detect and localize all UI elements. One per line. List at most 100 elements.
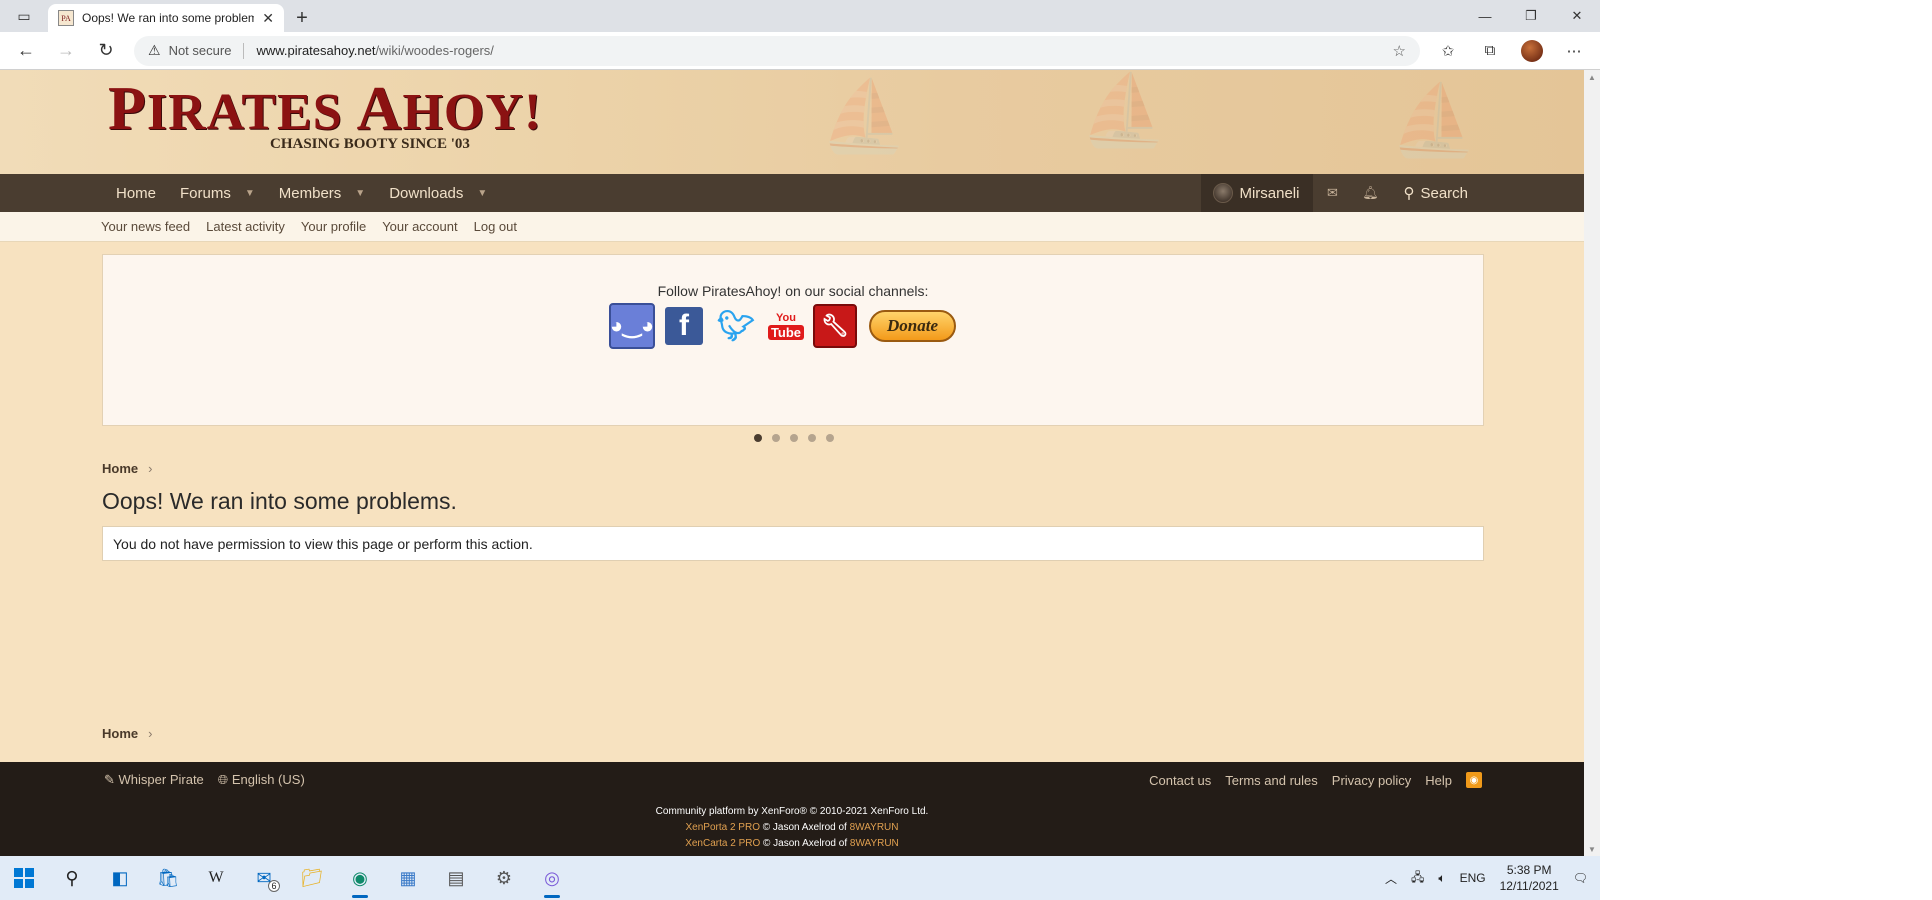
- facebook-icon[interactable]: f: [665, 307, 703, 345]
- inbox-icon[interactable]: ✉: [1313, 174, 1351, 212]
- subnav-your-account[interactable]: Your account: [382, 219, 457, 234]
- tab-title: Oops! We ran into some problems.: [82, 11, 255, 25]
- search-button[interactable]: ⚲ Search: [1389, 174, 1482, 212]
- profile-avatar[interactable]: [1521, 39, 1543, 62]
- mail-icon[interactable]: ✉ 6: [240, 856, 288, 900]
- url-path: /wiki/woodes-rogers/: [375, 43, 494, 58]
- address-bar[interactable]: ⚠ Not secure www.piratesahoy.net/wiki/wo…: [134, 35, 1420, 66]
- nav-home[interactable]: Home: [104, 174, 168, 212]
- security-label[interactable]: Not secure: [169, 43, 232, 58]
- nav-members[interactable]: Members ▼: [267, 174, 377, 212]
- footer-right-links: Contact us Terms and rules Privacy polic…: [1149, 772, 1482, 788]
- nav-user-area: Mirsaneli ✉ 🔔︎ ⚲ Search: [1201, 174, 1482, 212]
- forward-button[interactable]: →: [48, 36, 84, 66]
- clock-time: 5:38 PM: [1506, 863, 1552, 877]
- globe-icon: 🌐︎: [217, 772, 229, 787]
- add-favorite-icon[interactable]: ☆: [1393, 42, 1406, 60]
- tab-close-icon[interactable]: ✕: [262, 10, 274, 27]
- twitter-icon[interactable]: 🐦︎: [713, 303, 759, 349]
- back-button[interactable]: ←: [8, 36, 44, 66]
- error-message: You do not have permission to view this …: [113, 535, 533, 552]
- favorites-icon[interactable]: ✩: [1430, 36, 1466, 66]
- task-view-icon[interactable]: ◧: [96, 856, 144, 900]
- footer-terms-link[interactable]: Terms and rules: [1225, 773, 1317, 788]
- site-banner: ⛵ ⛵ ⛵ PIRATES AHOY! CHASING BOOTY SINCE …: [0, 70, 1584, 174]
- logo-wordmark: PIRATES AHOY!: [108, 75, 543, 143]
- search-taskbar-icon[interactable]: ⚲: [48, 856, 96, 900]
- ship-decoration-icon: ⛵: [820, 77, 908, 155]
- carousel-dot[interactable]: [808, 434, 816, 442]
- copyright: Community platform by XenForo® © 2010-20…: [0, 804, 1584, 852]
- new-tab-button[interactable]: +: [284, 4, 320, 32]
- url-text[interactable]: www.piratesahoy.net/wiki/woodes-rogers/: [256, 43, 1384, 58]
- site-logo[interactable]: PIRATES AHOY! CHASING BOOTY SINCE '03: [108, 75, 543, 166]
- breadcrumb-home[interactable]: Home: [102, 461, 138, 476]
- footer-contact-link[interactable]: Contact us: [1149, 773, 1211, 788]
- bell-icon[interactable]: 🔔︎: [1351, 174, 1389, 212]
- chevron-down-icon[interactable]: ▼: [477, 188, 487, 199]
- brush-icon: ✎: [104, 772, 115, 787]
- footer-help-link[interactable]: Help: [1425, 773, 1452, 788]
- rss-icon[interactable]: ◉: [1466, 772, 1482, 788]
- sub-nav: Your news feed Latest activity Your prof…: [0, 212, 1584, 242]
- refresh-button[interactable]: ↻: [88, 36, 124, 66]
- subnav-log-out[interactable]: Log out: [474, 219, 517, 234]
- modding-wrench-icon[interactable]: 🔧︎: [813, 304, 857, 348]
- carousel-dot[interactable]: [772, 434, 780, 442]
- nav-downloads[interactable]: Downloads ▼: [377, 174, 499, 212]
- wikipedia-icon[interactable]: W: [192, 856, 240, 900]
- page-title: Oops! We ran into some problems.: [102, 488, 457, 514]
- scroll-down-icon[interactable]: ▼: [1584, 842, 1600, 856]
- restore-icon[interactable]: ❐: [1508, 0, 1554, 32]
- collections-icon[interactable]: ⧉: [1472, 36, 1508, 66]
- breadcrumb: Home ›: [102, 461, 152, 476]
- subnav-news-feed[interactable]: Your news feed: [101, 219, 190, 234]
- subnav-your-profile[interactable]: Your profile: [301, 219, 366, 234]
- minimize-icon[interactable]: —: [1462, 0, 1508, 32]
- nav-forums[interactable]: Forums ▼: [168, 174, 267, 212]
- donate-button[interactable]: Donate: [869, 310, 956, 342]
- breadcrumb-home[interactable]: Home: [102, 726, 138, 741]
- subnav-latest-activity[interactable]: Latest activity: [206, 219, 285, 234]
- address-toolbar: ← → ↻ ⚠ Not secure www.piratesahoy.net/w…: [0, 32, 1600, 70]
- settings-gear-icon[interactable]: ⚙: [480, 856, 528, 900]
- tab-actions-icon[interactable]: ▭: [0, 0, 48, 32]
- user-menu[interactable]: Mirsaneli: [1201, 174, 1314, 212]
- scroll-up-icon[interactable]: ▲: [1584, 70, 1600, 84]
- discord-app-icon[interactable]: ◎: [528, 856, 576, 900]
- chevron-right-icon: ›: [148, 726, 153, 741]
- warning-icon[interactable]: ⚠: [148, 42, 161, 59]
- error-message-box: You do not have permission to view this …: [102, 526, 1484, 561]
- language-indicator[interactable]: ENG: [1460, 871, 1486, 885]
- tab-active[interactable]: PA Oops! We ran into some problems. ✕: [48, 4, 284, 32]
- discord-icon[interactable]: ◕‿◕: [609, 303, 655, 349]
- start-button[interactable]: [0, 856, 48, 900]
- windows-taskbar: ⚲ ◧ 🛍︎ W ✉ 6 📁︎ ◉ ▦ ▤ ⚙ ◎ ︿ 🖧︎ 🔈︎ ENG 5:3…: [0, 856, 1600, 900]
- file-explorer-icon[interactable]: 📁︎: [288, 856, 336, 900]
- tray-chevron-up-icon[interactable]: ︿: [1385, 870, 1397, 887]
- control-panel-icon[interactable]: ▦: [384, 856, 432, 900]
- carousel-dot[interactable]: [790, 434, 798, 442]
- footer-privacy-link[interactable]: Privacy policy: [1332, 773, 1411, 788]
- youtube-icon[interactable]: You Tube: [767, 303, 805, 349]
- search-icon: ⚲: [1403, 185, 1415, 202]
- system-tray: ︿ 🖧︎ 🔈︎ ENG 5:38 PM 12/11/2021 🗨︎: [1385, 856, 1600, 900]
- network-icon[interactable]: 🖧︎: [1411, 868, 1424, 889]
- chevron-down-icon[interactable]: ▼: [355, 188, 365, 199]
- edge-browser-icon[interactable]: ◉: [336, 856, 384, 900]
- more-menu-icon[interactable]: ⋯: [1556, 36, 1592, 66]
- url-domain: www.piratesahoy.net: [256, 43, 376, 58]
- notifications-icon[interactable]: 🗨︎: [1573, 871, 1588, 885]
- clock[interactable]: 5:38 PM 12/11/2021: [1500, 862, 1559, 894]
- close-window-icon[interactable]: ✕: [1554, 0, 1600, 32]
- username: Mirsaneli: [1239, 184, 1300, 202]
- chevron-down-icon[interactable]: ▼: [245, 188, 255, 199]
- page-scrollbar[interactable]: ▲ ▼: [1584, 70, 1600, 856]
- whisper-pirate-link[interactable]: ✎ Whisper Pirate: [104, 772, 204, 788]
- carousel-dot[interactable]: [754, 434, 762, 442]
- carousel-dot[interactable]: [826, 434, 834, 442]
- store-icon[interactable]: 🛍︎: [144, 856, 192, 900]
- volume-icon[interactable]: 🔈︎: [1438, 871, 1445, 886]
- calculator-icon[interactable]: ▤: [432, 856, 480, 900]
- language-chooser[interactable]: 🌐︎ English (US): [218, 772, 305, 788]
